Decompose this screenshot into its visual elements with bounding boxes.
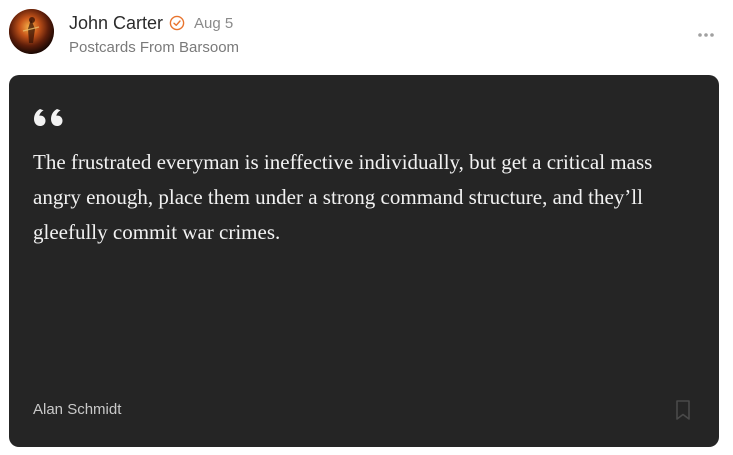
avatar[interactable] xyxy=(9,9,54,54)
bookmark-button[interactable] xyxy=(673,399,693,421)
post-header: John Carter Aug 5 Postcards From Barsoom xyxy=(0,0,733,70)
author-line: John Carter Aug 5 xyxy=(69,12,233,34)
author-name[interactable]: John Carter xyxy=(69,13,163,34)
avatar-image xyxy=(9,9,54,54)
quote-text: The frustrated everyman is ineffective i… xyxy=(33,150,653,244)
quote-mark-icon xyxy=(34,109,63,126)
bookmark-icon xyxy=(676,400,690,420)
quote-author: Alan Schmidt xyxy=(33,401,122,418)
quote-card[interactable]: The frustrated everyman is ineffective i… xyxy=(9,75,719,447)
post-date[interactable]: Aug 5 xyxy=(194,15,233,32)
more-options-button[interactable] xyxy=(694,26,718,44)
more-horizontal-icon xyxy=(698,33,714,37)
publication-name[interactable]: Postcards From Barsoom xyxy=(69,39,239,56)
verified-check-icon xyxy=(169,15,185,31)
